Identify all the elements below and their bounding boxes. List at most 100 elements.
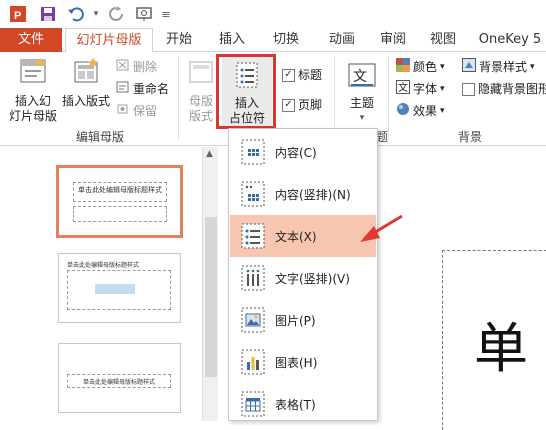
tab-home[interactable]: 开始 (158, 28, 200, 52)
menu-item-label: 表格(T) (275, 397, 316, 412)
present-icon[interactable] (134, 4, 154, 24)
menu-item-content-vertical[interactable]: 内容(竖排)(N) (230, 173, 376, 215)
background-styles-label: 背景样式 (479, 60, 528, 74)
hide-background-label: 隐藏背景图形 (478, 82, 546, 96)
thumbnail-title-text: 单击此处编辑母版标题样式 (67, 262, 140, 269)
undo-dropdown-icon[interactable]: ▾ (86, 4, 106, 24)
slide-thumbnail-master[interactable]: 单击此处编辑母版标题样式 (56, 165, 183, 238)
colors-button[interactable]: 颜色 ▾ (396, 57, 445, 77)
background-styles-icon (462, 57, 476, 77)
slide-title-text: 单 (474, 317, 528, 380)
svg-text:文: 文 (398, 81, 408, 94)
preserve-label: 保留 (133, 104, 158, 118)
delete-label: 删除 (133, 60, 158, 74)
undo-icon[interactable] (66, 4, 86, 24)
layout-icon (60, 56, 112, 92)
placeholder-icons (95, 284, 135, 294)
tab-review[interactable]: 审阅 (370, 28, 416, 52)
menu-item-picture[interactable]: 图片(P) (230, 299, 376, 341)
delete-button[interactable]: 删除 (116, 58, 157, 76)
colors-label: 颜色 (413, 60, 438, 74)
background-group-label: 背景 (457, 130, 482, 144)
rename-button[interactable]: 重命名 (116, 80, 169, 98)
tab-view[interactable]: 视图 (420, 28, 466, 52)
checkbox-unchecked-icon (462, 82, 475, 96)
slide-master-icon (6, 56, 60, 92)
customize-qat-icon[interactable]: ≡ (156, 4, 176, 24)
footer-checkbox[interactable]: ✓ 页脚 (282, 96, 322, 114)
chevron-down-icon: ▾ (440, 106, 445, 116)
text-vertical-icon (238, 262, 268, 294)
themes-icon: 文 (342, 62, 382, 94)
svg-text:文: 文 (353, 69, 367, 85)
fonts-button[interactable]: 文 字体 ▾ (396, 79, 445, 99)
menu-item-chart[interactable]: 图表(H) (230, 341, 376, 383)
master-layout-label: 母版 版式 (188, 94, 213, 123)
table-icon (238, 388, 268, 420)
svg-text:P: P (14, 10, 21, 22)
chevron-down-icon: ▾ (440, 62, 445, 72)
menu-item-label: 图片(P) (275, 313, 316, 328)
thumbnail-title-text: 单击此处编辑母版标题样式 (82, 379, 155, 386)
rename-icon (116, 80, 130, 99)
scrollbar-thumb[interactable] (205, 217, 217, 377)
background-styles-button[interactable]: 背景样式 ▾ (462, 57, 535, 77)
tab-transitions[interactable]: 切换 (262, 28, 310, 52)
group-separator (178, 56, 179, 140)
themes-label: 主题 (349, 96, 374, 110)
menu-item-text-vertical[interactable]: 文字(竖排)(V) (230, 257, 376, 299)
slide-thumbnail-layout-1[interactable]: 单击此处编辑母版标题样式 (58, 253, 181, 323)
thumbnail-title-text: 单击此处编辑母版标题样式 (78, 186, 162, 194)
preserve-button[interactable]: 保留 (116, 102, 157, 120)
tab-animations[interactable]: 动画 (318, 28, 366, 52)
menu-item-content[interactable]: 内容(C) (230, 131, 376, 173)
rename-label: 重命名 (133, 82, 170, 96)
annotation-arrow-icon (360, 214, 403, 242)
insert-slide-master-label: 插入幻 灯片母版 (8, 94, 57, 123)
menu-item-label: 文本(X) (275, 229, 317, 244)
content-icon (238, 136, 268, 168)
pin-icon (116, 102, 130, 121)
master-layout-icon (184, 56, 218, 92)
master-layout-button[interactable]: 母版 版式 (184, 56, 218, 124)
menu-item-label: 内容(C) (275, 145, 317, 160)
menu-item-label: 图表(H) (275, 355, 318, 370)
chevron-down-icon: ▾ (530, 62, 535, 72)
themes-button[interactable]: 文 主题 ▾ (342, 56, 382, 126)
slide-thumbnail-layout-2[interactable]: 单击此处编辑母版标题样式 (58, 343, 181, 413)
footer-check-label: 页脚 (298, 98, 323, 112)
insert-placeholder-menu: 内容(C) 内容(竖排)(N) 文本(X) 文字(竖排)(V) 图片(P) 图表… (228, 128, 378, 421)
scroll-up-icon[interactable]: ▲ (206, 149, 213, 159)
color-palette-icon (396, 57, 410, 77)
menu-item-label: 文字(竖排)(V) (275, 271, 350, 286)
tab-slide-master[interactable]: 幻灯片母版 (65, 28, 153, 53)
save-icon[interactable] (38, 4, 58, 24)
title-checkbox[interactable]: ✓ 标题 (282, 66, 322, 84)
checkbox-checked-icon: ✓ (282, 68, 295, 82)
font-icon: 文 (396, 79, 410, 99)
delete-icon (116, 58, 130, 77)
content-vertical-icon (238, 178, 268, 210)
ribbon-tabs: 文件 幻灯片母版 开始 插入 切换 动画 审阅 视图 OneKey 5 (0, 28, 546, 53)
tab-file[interactable]: 文件 (0, 28, 62, 52)
chevron-down-icon: ▾ (440, 84, 445, 94)
hide-background-checkbox[interactable]: 隐藏背景图形 (462, 80, 546, 98)
insert-layout-button[interactable]: 插入版式 (60, 56, 112, 109)
effects-button[interactable]: 效果 ▾ (396, 102, 445, 120)
title-check-label: 标题 (298, 68, 323, 82)
chart-icon (238, 346, 268, 378)
quick-access-toolbar: P ▾ ≡ (0, 0, 546, 28)
redo-icon[interactable] (106, 4, 126, 24)
body-placeholder-outline (73, 206, 167, 222)
insert-layout-label: 插入版式 (61, 94, 110, 108)
insert-slide-master-button[interactable]: 插入幻 灯片母版 (6, 56, 60, 124)
tab-onekey[interactable]: OneKey 5 (474, 28, 546, 52)
themes-dropdown-icon: ▾ (359, 113, 365, 123)
thumbnail-scrollbar[interactable]: ▲ (202, 147, 218, 421)
tab-insert[interactable]: 插入 (210, 28, 254, 52)
effects-label: 效果 (413, 104, 438, 118)
insert-placeholder-highlight (216, 54, 276, 129)
menu-item-table[interactable]: 表格(T) (230, 383, 376, 425)
menu-item-label: 内容(竖排)(N) (275, 187, 351, 202)
powerpoint-logo-icon: P (8, 4, 28, 24)
